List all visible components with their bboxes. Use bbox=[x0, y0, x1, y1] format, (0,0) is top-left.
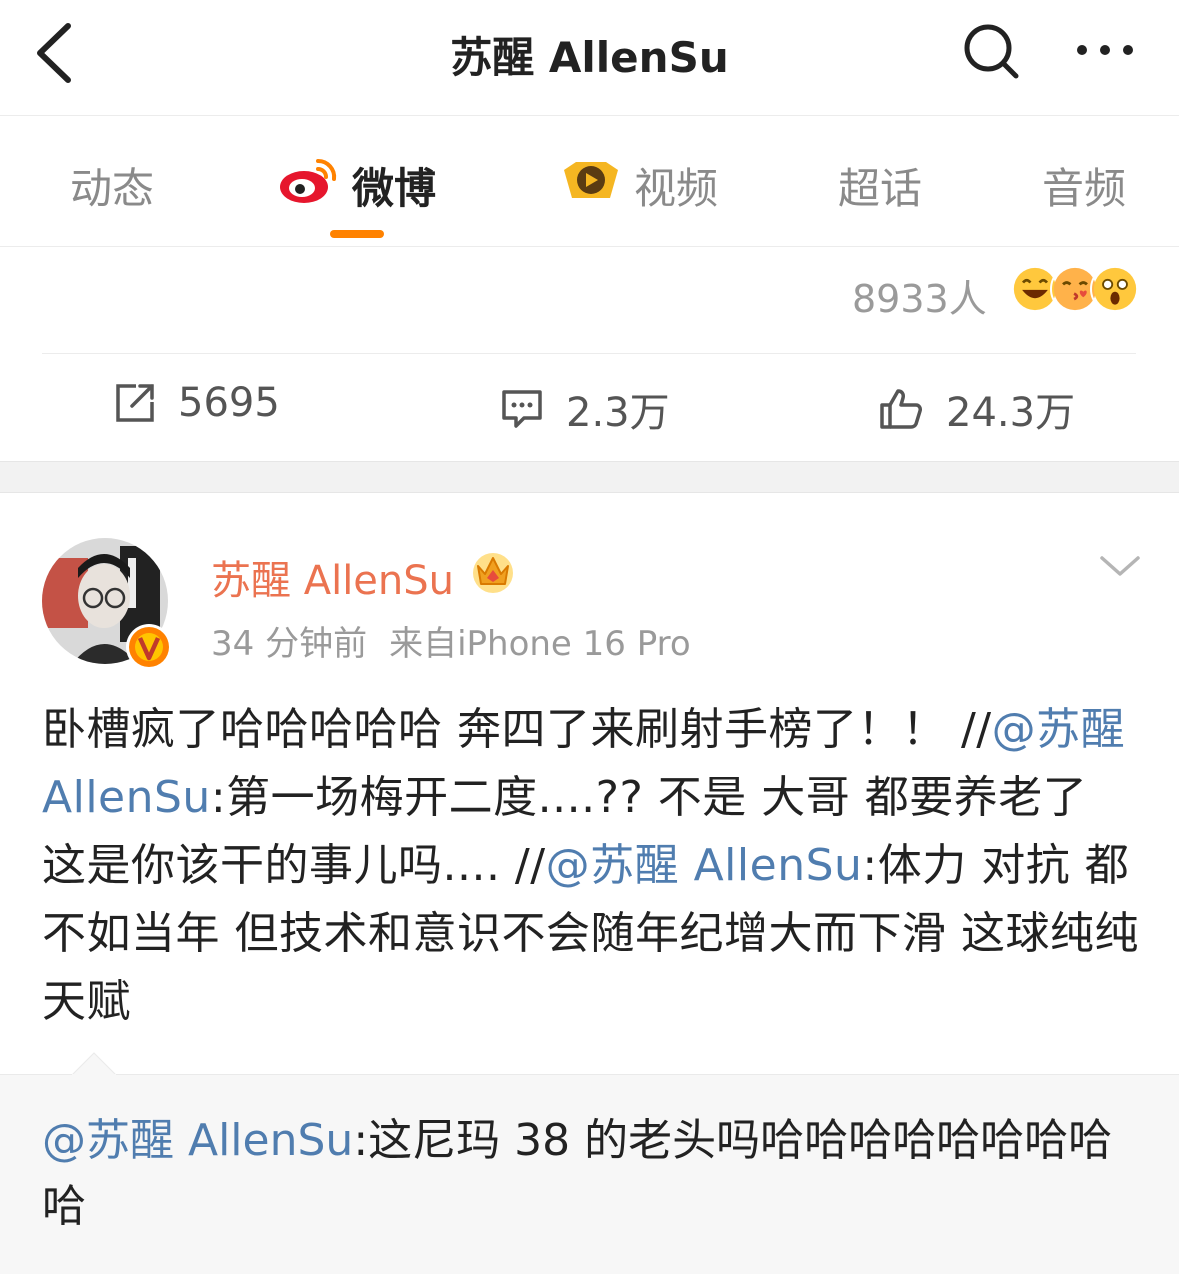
reaction-emojis[interactable] bbox=[1010, 264, 1140, 316]
chevron-down-icon bbox=[1100, 556, 1140, 576]
mention-link[interactable]: @苏醒 AllenSu bbox=[546, 840, 863, 891]
thumbs-up-icon bbox=[880, 389, 922, 429]
post-body: 卧槽疯了哈哈哈哈哈 奔四了来刷射手榜了！！ //@苏醒 AllenSu:第一场梅… bbox=[42, 696, 1142, 1036]
tab-video[interactable]: 视频 bbox=[560, 155, 718, 216]
tab-label: 视频 bbox=[634, 164, 719, 213]
search-button[interactable] bbox=[958, 18, 1024, 84]
action-bar: 5695 2.3万 24.3万 bbox=[0, 354, 1179, 460]
search-icon bbox=[964, 24, 1019, 79]
comment-count: 2.3万 bbox=[566, 390, 670, 436]
feed-separator bbox=[0, 461, 1179, 493]
post-meta: 34 分钟前 来自iPhone 16 Pro bbox=[211, 616, 691, 665]
vip-crown-icon bbox=[473, 553, 513, 593]
repost-share-icon bbox=[116, 384, 154, 422]
comment-button[interactable]: 2.3万 bbox=[500, 380, 670, 438]
active-tab-indicator bbox=[330, 230, 384, 238]
post-menu-button[interactable] bbox=[1098, 550, 1142, 580]
verified-badge-icon bbox=[126, 624, 172, 670]
reaction-summary[interactable]: 8933人 bbox=[0, 248, 1179, 353]
mention-link[interactable]: @苏醒 AllenSu bbox=[42, 1115, 353, 1166]
comment-bubble-icon bbox=[502, 390, 542, 428]
tab-label: 音频 bbox=[1042, 164, 1127, 213]
tab-dynamics[interactable]: 动态 bbox=[70, 155, 154, 216]
post-source: 来自iPhone 16 Pro bbox=[389, 624, 691, 664]
repost-count: 5695 bbox=[178, 380, 280, 426]
tab-supertopic[interactable]: 超话 bbox=[838, 155, 922, 216]
like-count: 24.3万 bbox=[946, 390, 1076, 436]
repost-button[interactable]: 5695 bbox=[114, 380, 280, 426]
tab-audio[interactable]: 音频 bbox=[1042, 155, 1126, 216]
repost-pointer bbox=[72, 1052, 116, 1076]
profile-tabs: 动态 微博 视频 超话 音频 bbox=[0, 117, 1179, 247]
weibo-logo-icon bbox=[278, 157, 340, 215]
repost-text: @苏醒 AllenSu:这尼玛 38 的老头吗哈哈哈哈哈哈哈哈哈 bbox=[42, 1108, 1142, 1240]
post-text: 卧槽疯了哈哈哈哈哈 奔四了来刷射手榜了！！ // bbox=[42, 704, 992, 755]
more-dots-icon bbox=[1077, 45, 1133, 55]
post-time: 34 分钟前 bbox=[211, 624, 368, 664]
more-button[interactable] bbox=[1070, 20, 1140, 80]
like-button[interactable]: 24.3万 bbox=[878, 380, 1075, 438]
top-nav-bar: 苏醒 AllenSu bbox=[0, 0, 1179, 116]
tab-label: 动态 bbox=[70, 164, 155, 213]
post-author-name[interactable]: 苏醒 AllenSu bbox=[211, 548, 454, 606]
video-play-icon bbox=[560, 156, 622, 216]
tab-weibo[interactable]: 微博 bbox=[278, 155, 436, 216]
reaction-count: 8933人 bbox=[852, 277, 987, 321]
tab-label: 超话 bbox=[838, 164, 923, 213]
tab-label: 微博 bbox=[352, 164, 437, 213]
shocked-emoji-icon bbox=[1090, 264, 1140, 314]
